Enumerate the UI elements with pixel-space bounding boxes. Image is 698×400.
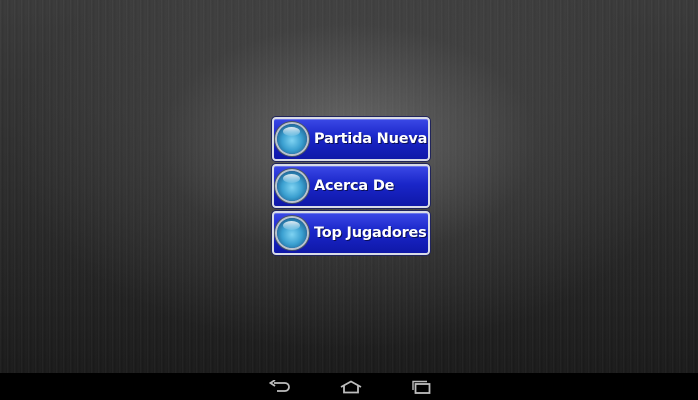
about-label: Acerca De xyxy=(314,178,395,194)
top-players-button[interactable]: Top Jugadores xyxy=(272,211,430,255)
android-navigation-bar xyxy=(0,373,698,400)
recent-apps-button[interactable] xyxy=(404,377,440,397)
game-screen: Partida Nueva Acerca De Top Jugadores xyxy=(0,0,698,400)
blue-orb-icon xyxy=(277,218,307,248)
blue-orb-icon xyxy=(277,171,307,201)
home-button[interactable] xyxy=(333,377,369,397)
back-arrow-icon xyxy=(269,380,290,392)
main-menu: Partida Nueva Acerca De Top Jugadores xyxy=(272,117,430,258)
new-game-label: Partida Nueva xyxy=(314,131,428,147)
back-button[interactable] xyxy=(262,377,298,397)
recent-apps-icon xyxy=(412,380,431,394)
home-icon xyxy=(340,380,362,394)
about-button[interactable]: Acerca De xyxy=(272,164,430,208)
blue-orb-icon xyxy=(277,124,307,154)
new-game-button[interactable]: Partida Nueva xyxy=(272,117,430,161)
top-players-label: Top Jugadores xyxy=(314,225,427,241)
